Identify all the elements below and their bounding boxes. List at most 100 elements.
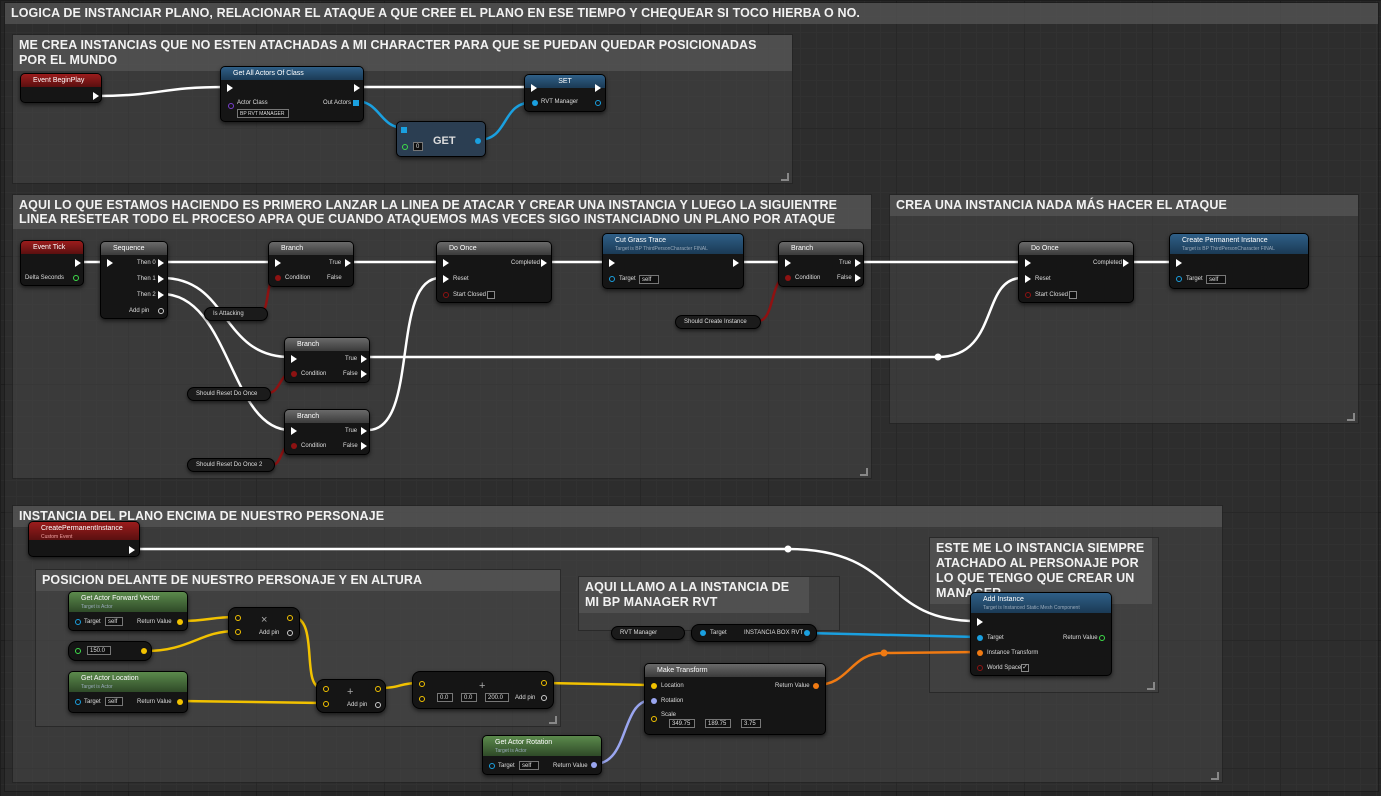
exec-out-pin[interactable] — [354, 84, 360, 92]
is-attacking-var[interactable]: Is Attacking — [204, 307, 268, 321]
true-pin[interactable] — [361, 427, 367, 435]
exec-in-pin[interactable] — [1025, 259, 1031, 267]
target-field[interactable]: self — [639, 275, 659, 284]
then2-pin[interactable] — [158, 291, 164, 299]
false-pin[interactable] — [855, 274, 861, 282]
class-pin[interactable] — [228, 103, 234, 109]
target-field[interactable]: self — [105, 697, 123, 706]
sequence-node[interactable]: Sequence Then 0 Then 1 Then 2 Add pin — [100, 241, 168, 319]
target-pin[interactable] — [700, 630, 706, 636]
add-out-pin[interactable] — [375, 686, 381, 692]
start-closed-checkbox[interactable] — [1069, 291, 1077, 299]
exec-out-pin[interactable] — [129, 546, 135, 554]
index-pin[interactable] — [402, 144, 408, 150]
exec-in-pin[interactable] — [107, 259, 113, 267]
get-actor-rotation-node[interactable]: Get Actor Rotation Target is Actor Target… — [482, 735, 602, 775]
exec-in-pin[interactable] — [291, 355, 297, 363]
exec-in-pin[interactable] — [785, 259, 791, 267]
return-value-pin[interactable] — [813, 683, 819, 689]
scale-z-field[interactable]: 3.75 — [741, 719, 761, 728]
float-field[interactable]: 150.0 — [87, 646, 111, 655]
world-space-pin[interactable] — [977, 665, 983, 671]
should-create-instance-var[interactable]: Should Create Instance — [675, 315, 761, 329]
b-pin[interactable] — [235, 629, 241, 635]
y-field[interactable]: 0.0 — [461, 693, 477, 702]
exec-out-pin[interactable] — [1101, 618, 1107, 626]
completed-pin[interactable] — [541, 259, 547, 267]
array-in-pin[interactable] — [401, 127, 407, 133]
class-dropdown[interactable]: BP RVT MANAGER — [237, 109, 289, 118]
x-field[interactable]: 0.0 — [437, 693, 453, 702]
get-array-node[interactable]: GET 0 — [396, 121, 486, 157]
false-pin[interactable] — [361, 370, 367, 378]
exec-in-pin[interactable] — [291, 427, 297, 435]
add-pin-icon[interactable] — [287, 630, 293, 636]
delta-seconds-pin[interactable] — [73, 275, 79, 281]
false-pin[interactable] — [361, 442, 367, 450]
do-once-node-1[interactable]: Do Once Completed Reset Start Closed — [436, 241, 552, 303]
event-tick-node[interactable]: Event Tick Delta Seconds — [20, 240, 84, 286]
target-field[interactable]: self — [519, 761, 539, 770]
condition-pin[interactable] — [291, 443, 297, 449]
true-pin[interactable] — [361, 355, 367, 363]
condition-pin[interactable] — [785, 275, 791, 281]
multiply-node[interactable]: × Add pin — [228, 607, 300, 641]
a-pin[interactable] — [235, 615, 241, 621]
a-pin[interactable] — [323, 686, 329, 692]
reset-pin[interactable] — [443, 275, 449, 283]
exec-in-pin[interactable] — [275, 259, 281, 267]
should-reset-var[interactable]: Should Reset Do Once — [187, 387, 271, 401]
start-closed-checkbox[interactable] — [487, 291, 495, 299]
scale-x-field[interactable]: 349.75 — [669, 719, 695, 728]
get-all-actors-node[interactable]: Get All Actors Of Class Actor Class BP R… — [220, 66, 364, 122]
target-field[interactable]: self — [105, 617, 123, 626]
condition-pin[interactable] — [291, 371, 297, 377]
true-pin[interactable] — [855, 259, 861, 267]
target-pin[interactable] — [489, 763, 495, 769]
branch-node-3[interactable]: Branch True Condition False — [284, 409, 370, 455]
exec-in-pin[interactable] — [443, 259, 449, 267]
add-out-pin[interactable] — [541, 680, 547, 686]
add-node-2[interactable]: + 0.0 0.0 200.0 Add pin — [412, 671, 554, 709]
create-permanent-instance-event[interactable]: CreatePermanentInstance Custom Event — [28, 521, 140, 557]
instancia-box-rvt-node[interactable]: Target INSTANCIA BOX RVT — [691, 624, 817, 642]
target-pin[interactable] — [75, 699, 81, 705]
do-once-node-2[interactable]: Do Once Completed Reset Start Closed — [1018, 241, 1134, 303]
branch-node-4[interactable]: Branch True Condition False — [778, 241, 864, 287]
return-value-pin[interactable] — [177, 619, 183, 625]
add-pin-icon[interactable] — [158, 308, 164, 314]
add-pin-icon[interactable] — [375, 702, 381, 708]
start-closed-pin[interactable] — [1025, 292, 1031, 298]
add-pin-button[interactable]: Add pin — [347, 702, 367, 708]
multiply-out-pin[interactable] — [287, 615, 293, 621]
index-field[interactable]: 0 — [413, 142, 423, 151]
a-pin[interactable] — [419, 681, 425, 687]
instance-transform-pin[interactable] — [977, 650, 983, 656]
get-actor-forward-vector-node[interactable]: Get Actor Forward Vector Target is Actor … — [68, 591, 188, 631]
reset-pin[interactable] — [1025, 275, 1031, 283]
rvt-manager-var[interactable]: RVT Manager — [611, 626, 685, 640]
instancia-box-out-pin[interactable] — [804, 630, 810, 636]
target-pin[interactable] — [75, 619, 81, 625]
make-transform-node[interactable]: Make Transform Location Rotation Scale 3… — [644, 663, 826, 735]
float-literal-node[interactable]: 150.0 — [68, 641, 152, 661]
exec-out-pin[interactable] — [93, 92, 99, 100]
float-out-pin[interactable] — [141, 648, 147, 654]
scale-y-field[interactable]: 189.75 — [705, 719, 731, 728]
exec-out-pin[interactable] — [75, 259, 81, 267]
target-field[interactable]: self — [1206, 275, 1226, 284]
false-pin[interactable] — [345, 274, 351, 282]
add-node-1[interactable]: + Add pin — [316, 679, 386, 713]
completed-pin[interactable] — [1123, 259, 1129, 267]
should-reset-2-var[interactable]: Should Reset Do Once 2 — [187, 458, 275, 472]
target-pin[interactable] — [1176, 276, 1182, 282]
branch-node-2[interactable]: Branch True Condition False — [284, 337, 370, 383]
add-pin-button[interactable]: Add pin — [515, 695, 535, 701]
get-actor-location-node[interactable]: Get Actor Location Target is Actor Target… — [68, 671, 188, 713]
then1-pin[interactable] — [158, 275, 164, 283]
then0-pin[interactable] — [158, 259, 164, 267]
rvt-manager-out-pin[interactable] — [595, 100, 601, 106]
return-value-pin[interactable] — [1099, 635, 1105, 641]
return-value-pin[interactable] — [177, 699, 183, 705]
true-pin[interactable] — [345, 259, 351, 267]
